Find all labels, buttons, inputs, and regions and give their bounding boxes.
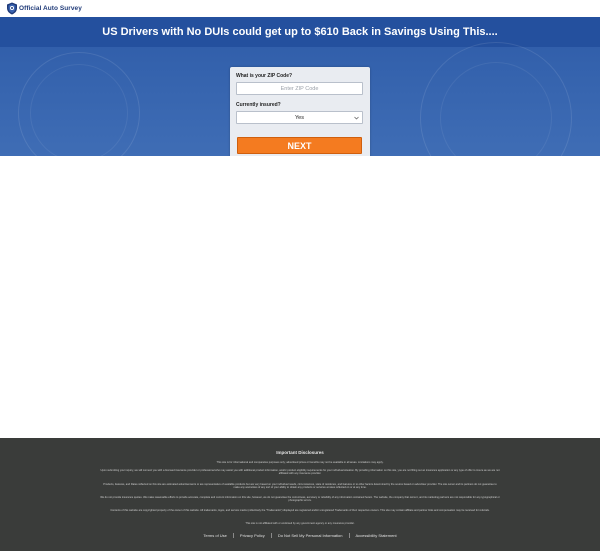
disclosures-title: Important Disclosures	[276, 450, 324, 455]
site-logo[interactable]: Official Auto Survey	[6, 2, 82, 15]
quote-form: What is your ZIP Code? Currently insured…	[230, 67, 370, 156]
zip-input[interactable]	[236, 82, 363, 95]
chevron-down-icon	[354, 116, 359, 120]
disclosure-paragraph: This site is not affiliated with or endo…	[245, 522, 355, 525]
speedometer-decoration	[30, 64, 128, 156]
privacy-policy-link[interactable]: Privacy Policy	[234, 533, 271, 538]
hero-headline: US Drivers with No DUIs could get up to …	[102, 26, 498, 38]
top-header: Official Auto Survey	[0, 0, 600, 17]
insured-select[interactable]: Yes	[236, 111, 363, 124]
insured-selected-value: Yes	[295, 114, 304, 121]
insured-label: Currently insured?	[236, 102, 281, 108]
zip-label: What is your ZIP Code?	[236, 73, 293, 79]
accessibility-statement-link[interactable]: Accessibility Statement	[350, 533, 403, 538]
do-not-sell-link[interactable]: Do Not Sell My Personal Information	[272, 533, 349, 538]
hero-section: US Drivers with No DUIs could get up to …	[0, 17, 600, 156]
disclosure-paragraph: Contents of this website are copyrighted…	[110, 509, 490, 512]
footer-links: Terms of Use Privacy Policy Do Not Sell …	[0, 533, 600, 538]
disclosure-paragraph: We do not provide insurance quotes. We m…	[100, 496, 500, 503]
shield-icon	[7, 2, 17, 15]
logo-text: Official Auto Survey	[19, 5, 82, 12]
disclosure-paragraph: This site is for informational and compa…	[216, 461, 384, 464]
disclosure-paragraph: Products, features, and Rates reflected …	[103, 483, 497, 490]
disclosure-paragraph: Upon submitting your inquiry, we will co…	[100, 469, 500, 476]
terms-of-use-link[interactable]: Terms of Use	[197, 533, 233, 538]
footer: Important Disclosures This site is for i…	[0, 438, 600, 551]
next-button[interactable]: NEXT	[237, 137, 362, 154]
